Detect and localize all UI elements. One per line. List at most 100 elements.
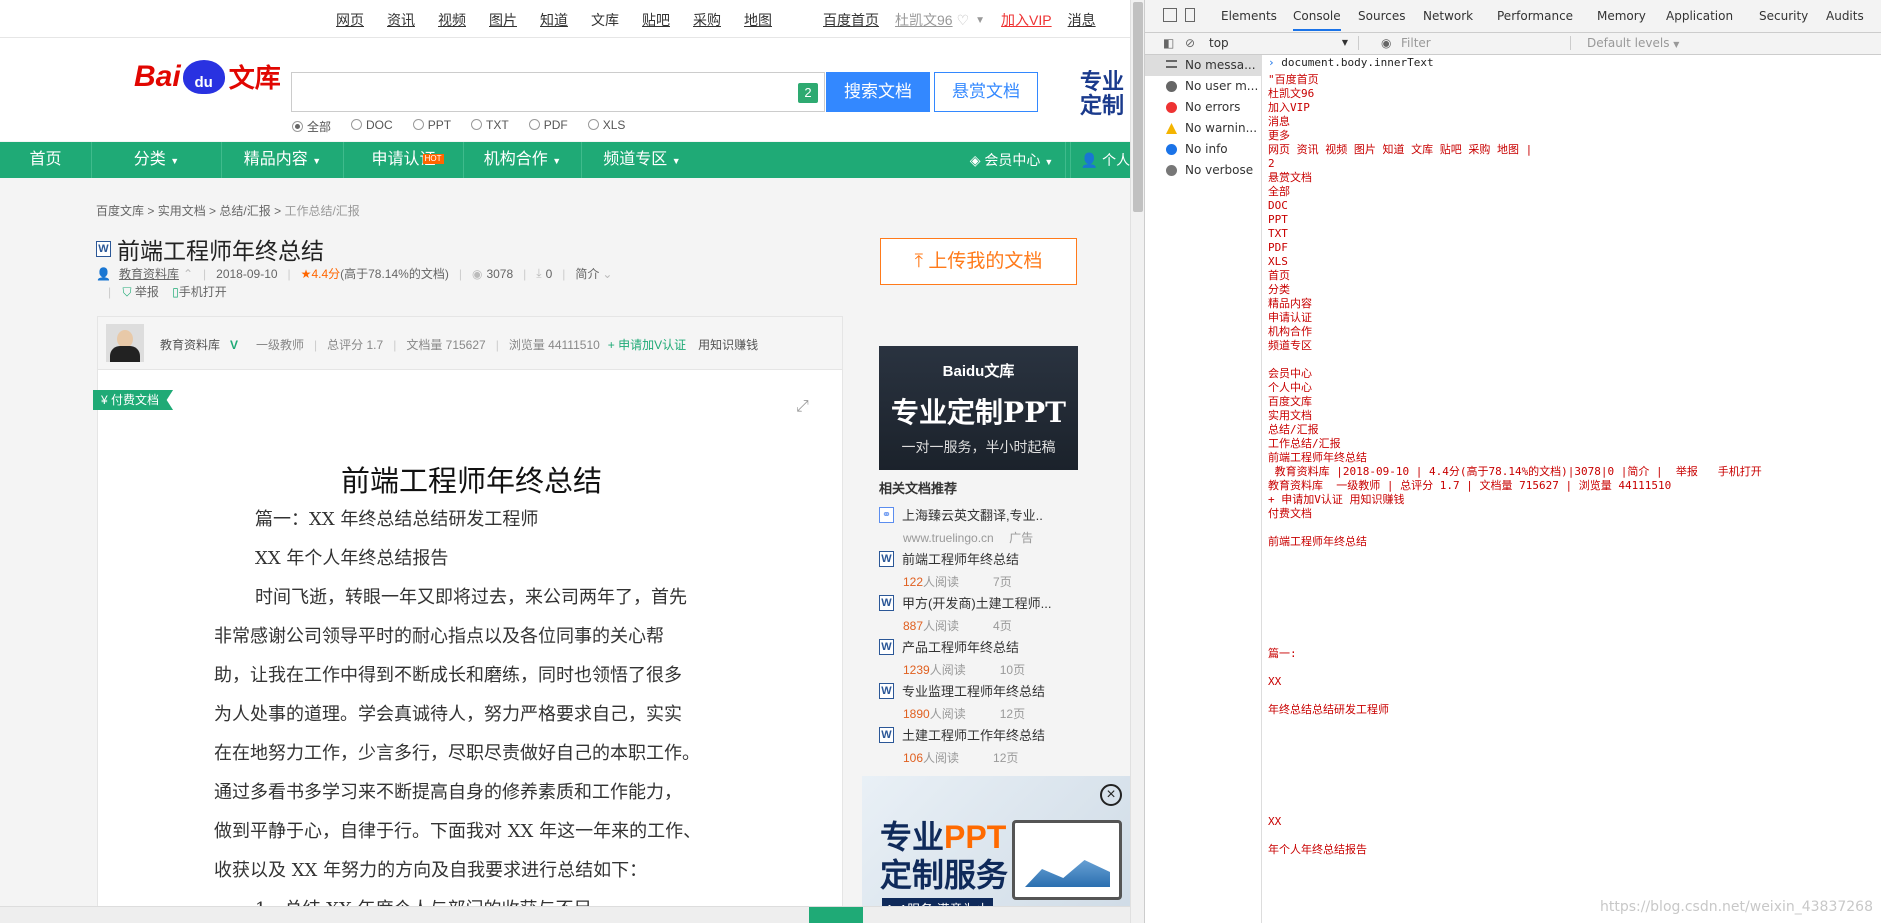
- inspect-icon[interactable]: [1163, 8, 1177, 22]
- vip-link[interactable]: 加入VIP: [1001, 10, 1052, 30]
- nav-premium[interactable]: 精品内容 ▼: [222, 142, 344, 178]
- nav-link-caigou[interactable]: 采购: [693, 10, 721, 30]
- nav-member[interactable]: ◈ 会员中心 ▼: [958, 142, 1066, 178]
- radio-icon: [412, 119, 424, 130]
- sidebar-errors[interactable]: No errors: [1145, 97, 1262, 118]
- related-doc-title[interactable]: 上海臻云英文翻译,专业..: [902, 505, 1043, 524]
- tab-sources[interactable]: Sources: [1358, 9, 1405, 23]
- related-doc-item[interactable]: W 专业监理工程师年终总结 1890人阅读 12页: [879, 681, 1079, 722]
- clear-console-icon[interactable]: ⊘: [1185, 36, 1195, 50]
- related-doc-title[interactable]: 专业监理工程师年终总结: [902, 681, 1045, 700]
- author-link[interactable]: 教育资料库: [119, 265, 179, 282]
- baidu-wenku-logo[interactable]: Bai du 文库: [134, 58, 281, 95]
- related-doc-title[interactable]: 产品工程师年终总结: [902, 637, 1019, 656]
- sidebar-verbose[interactable]: No verbose: [1145, 160, 1262, 181]
- crumb-wenku[interactable]: 百度文库: [96, 204, 144, 218]
- tab-security[interactable]: Security: [1759, 9, 1808, 23]
- nav-link-news[interactable]: 资讯: [387, 10, 415, 30]
- filter-xls[interactable]: XLS: [587, 118, 625, 135]
- nav-zone[interactable]: 频道专区 ▼: [582, 142, 702, 178]
- search-input[interactable]: 2: [291, 72, 825, 112]
- author-name[interactable]: 教育资料库: [160, 336, 220, 353]
- nav-home[interactable]: 首页: [0, 142, 92, 178]
- related-doc-item[interactable]: W 前端工程师年终总结 122人阅读 7页: [879, 549, 1079, 590]
- related-doc-ad[interactable]: ⚭ 上海臻云英文翻译,专业.. www.truelingo.cn 广告: [879, 505, 1079, 546]
- filter-txt[interactable]: TXT: [471, 118, 509, 135]
- doc-para-2: XX 年个人年终总结报告: [255, 548, 449, 569]
- page-scrollbar[interactable]: [1130, 0, 1144, 923]
- laptop-chart-icon: [1012, 820, 1122, 900]
- reward-docs-button[interactable]: 悬赏文档: [934, 72, 1038, 112]
- crumb-practical[interactable]: 实用文档: [158, 204, 206, 218]
- crumb-summary[interactable]: 总结/汇报: [219, 204, 270, 218]
- tab-elements[interactable]: Elements: [1221, 9, 1277, 23]
- search-docs-button[interactable]: 搜索文档: [826, 72, 930, 112]
- eye-icon[interactable]: ◉: [1381, 36, 1391, 50]
- scrollbar-thumb[interactable]: [1133, 2, 1143, 212]
- device-toolbar-icon[interactable]: [1185, 8, 1195, 22]
- expand-icon[interactable]: ⌃: [183, 267, 193, 281]
- user-name-link[interactable]: 杜凯文96: [895, 10, 953, 30]
- nav-link-map[interactable]: 地图: [744, 10, 772, 30]
- chevron-down-icon[interactable]: ⌄: [602, 267, 612, 281]
- console-result[interactable]: "百度首页 杜凯文96 加入VIP 消息 更多 网页 资讯 视频 图片 知道 文…: [1268, 73, 1762, 857]
- tab-memory[interactable]: Memory: [1597, 9, 1646, 23]
- report-link[interactable]: 举报: [135, 285, 159, 299]
- chevron-down-icon[interactable]: ▼: [975, 15, 985, 26]
- nav-personal[interactable]: 👤 个人: [1070, 142, 1130, 178]
- related-doc-item[interactable]: W 土建工程师工作年终总结 106人阅读 12页: [879, 725, 1079, 766]
- fullscreen-icon[interactable]: ⤢: [796, 398, 814, 416]
- nav-link-web[interactable]: 网页: [336, 10, 364, 30]
- nav-link-video[interactable]: 视频: [438, 10, 466, 30]
- filter-doc[interactable]: DOC: [351, 118, 393, 135]
- ad-label: 广告: [1009, 531, 1034, 545]
- filter-input[interactable]: Filter: [1401, 36, 1571, 50]
- related-doc-title[interactable]: 土建工程师工作年终总结: [902, 725, 1045, 744]
- console-output[interactable]: › document.body.innerText "百度首页 杜凯文96 加入…: [1262, 55, 1881, 923]
- related-doc-title[interactable]: 甲方(开发商)土建工程师...: [902, 593, 1052, 612]
- nav-category-label: 分类: [133, 151, 166, 168]
- baidu-home-link[interactable]: 百度首页: [823, 10, 879, 30]
- ppt-ad-banner[interactable]: Baidu文库 专业定制PPT 一对一服务，半小时起稿: [879, 346, 1078, 470]
- nav-link-zhidao[interactable]: 知道: [540, 10, 568, 30]
- nav-link-wenku[interactable]: 文库: [591, 10, 619, 30]
- tab-application[interactable]: Application: [1666, 9, 1733, 23]
- close-icon[interactable]: ×: [1100, 784, 1122, 806]
- avatar[interactable]: [106, 324, 144, 362]
- upload-doc-button[interactable]: ⤒ 上传我的文档: [880, 238, 1077, 285]
- apply-verify-link[interactable]: + 申请加V认证: [608, 336, 686, 353]
- sidebar-warnings[interactable]: No warnin...: [1145, 118, 1262, 139]
- header-ad[interactable]: 专业 定制: [1080, 70, 1130, 118]
- related-doc-item[interactable]: W 甲方(开发商)土建工程师... 887人阅读 4页: [879, 593, 1079, 634]
- nav-link-image[interactable]: 图片: [489, 10, 517, 30]
- sidebar-messages[interactable]: No messa...: [1145, 55, 1262, 76]
- message-link[interactable]: 消息: [1068, 10, 1096, 30]
- caret-down-icon: ▼: [1341, 38, 1348, 47]
- crumb-work-summary[interactable]: 工作总结/汇报: [284, 204, 359, 218]
- tab-network[interactable]: Network: [1423, 9, 1473, 23]
- related-doc-title[interactable]: 前端工程师年终总结: [902, 549, 1019, 568]
- filter-ppt[interactable]: PPT: [412, 118, 451, 135]
- toolbar-green-button[interactable]: [809, 907, 863, 923]
- earn-link[interactable]: 用知识赚钱: [698, 336, 758, 353]
- nav-link-tieba[interactable]: 贴吧: [642, 10, 670, 30]
- nav-org[interactable]: 机构合作 ▼: [464, 142, 582, 178]
- context-select[interactable]: top ▼: [1209, 36, 1359, 50]
- sidebar-info[interactable]: No info: [1145, 139, 1262, 160]
- sidebar-toggle-icon[interactable]: ◧: [1163, 36, 1174, 50]
- filter-pdf[interactable]: PDF: [528, 118, 568, 135]
- read-count: 1239: [903, 663, 930, 677]
- doc-para-7: 在在地努力工作，少言多行，尽职尽责做好自己的本职工作。: [214, 743, 700, 764]
- related-doc-item[interactable]: W 产品工程师年终总结 1239人阅读 10页: [879, 637, 1079, 678]
- mobile-open-link[interactable]: 手机打开: [179, 285, 227, 299]
- nav-category[interactable]: 分类 ▼: [92, 142, 222, 178]
- filter-all[interactable]: 全部: [292, 118, 331, 135]
- floating-ppt-ad[interactable]: 专业PPT定制服务 1v1服务 满意为止 ×: [862, 776, 1130, 923]
- tab-audits[interactable]: Audits: [1826, 9, 1864, 23]
- tab-performance[interactable]: Performance: [1497, 9, 1573, 23]
- log-levels-select[interactable]: Default levels ▼: [1587, 36, 1679, 50]
- tab-console[interactable]: Console: [1293, 9, 1341, 31]
- sidebar-user-messages[interactable]: No user m...: [1145, 76, 1262, 97]
- intro-link[interactable]: 简介: [575, 265, 599, 282]
- nav-certify[interactable]: 申请认证 HOT: [344, 142, 464, 178]
